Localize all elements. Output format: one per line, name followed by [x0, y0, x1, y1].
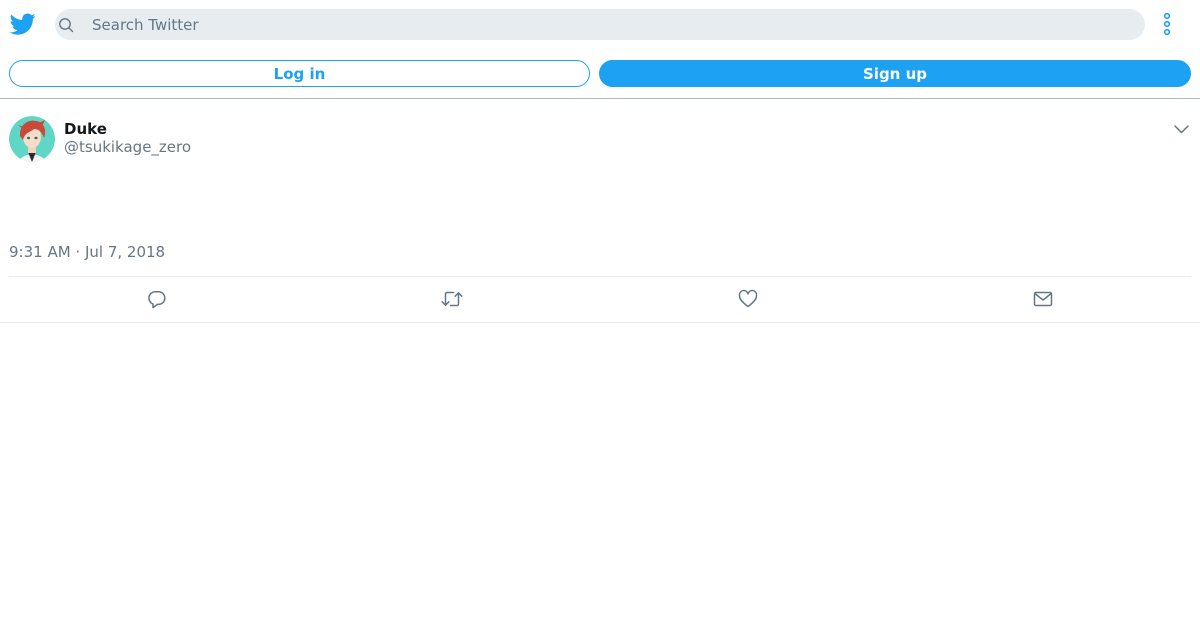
reply-icon [148, 291, 166, 309]
search-input[interactable] [92, 9, 1132, 40]
reply-button[interactable] [146, 288, 168, 310]
retweet-button[interactable] [441, 288, 463, 310]
retweet-icon [441, 291, 463, 307]
tweet-timestamp[interactable]: 9:31 AM · Jul 7, 2018 [9, 242, 165, 262]
chevron-down-icon[interactable] [1173, 121, 1190, 138]
like-button[interactable] [737, 288, 759, 310]
search-icon [59, 18, 74, 33]
share-button[interactable] [1032, 288, 1054, 310]
login-button[interactable]: Log in [9, 60, 590, 87]
tweet-divider [9, 276, 1191, 277]
like-icon [738, 289, 758, 308]
top-bar [0, 0, 1200, 48]
avatar[interactable] [9, 116, 55, 162]
avatar-image [9, 116, 55, 162]
header-divider [0, 98, 1200, 99]
vertical-dots-icon[interactable] [1159, 12, 1175, 38]
search-bar[interactable] [55, 9, 1145, 40]
signup-button[interactable]: Sign up [599, 60, 1191, 87]
author-handle[interactable]: @tsukikage_zero [64, 137, 191, 157]
envelope-icon [1033, 291, 1053, 307]
author-name[interactable]: Duke [64, 119, 107, 139]
twitter-bird-icon[interactable] [10, 11, 36, 37]
action-bar-divider [0, 322, 1200, 323]
